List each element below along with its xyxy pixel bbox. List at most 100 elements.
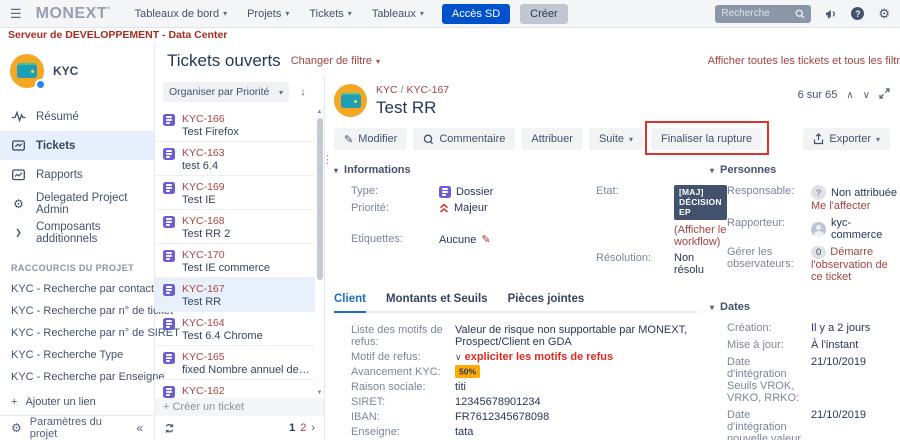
tab-pieces-jointes[interactable]: Pièces jointes xyxy=(508,293,585,311)
next-page-icon[interactable]: › xyxy=(311,422,315,434)
scroll-up-icon[interactable]: ▲ xyxy=(315,108,324,117)
create-button[interactable]: Créer xyxy=(520,3,568,24)
next-ticket-icon[interactable]: ∨ xyxy=(863,90,870,101)
assign-to-me-link[interactable]: Me l'affecter xyxy=(811,200,870,212)
watchers-count-badge: 0 xyxy=(811,246,827,259)
search-box[interactable] xyxy=(715,4,812,23)
feedback-megaphone-icon[interactable] xyxy=(825,8,837,20)
previous-ticket-icon[interactable]: ∧ xyxy=(846,90,853,101)
shortcut-search-ticket-number[interactable]: KYC - Recherche par n° de ticket xyxy=(0,300,173,322)
chevron-down-icon: ▾ xyxy=(875,134,880,144)
list-scrollbar[interactable]: ▲ ▼ xyxy=(315,108,324,398)
settings-gear-icon[interactable]: ⚙ xyxy=(11,421,22,435)
ticket-list-panel: Organiser par Priorité ▾ ↓ KYC-166 Test Fi… xyxy=(155,76,325,440)
list-item-selected[interactable]: KYC-167 Test RR xyxy=(155,278,315,312)
ticket-pager: 6 sur 65 ∧ ∨ xyxy=(798,84,900,102)
dossier-type-icon xyxy=(439,186,451,198)
search-input[interactable] xyxy=(721,8,792,19)
chevron-right-icon: ❯ xyxy=(15,228,22,237)
tab-client[interactable]: Client xyxy=(334,293,366,311)
document-icon xyxy=(163,318,175,330)
scrollbar-thumb[interactable] xyxy=(316,118,323,281)
chevron-down-icon: ▾ xyxy=(629,134,634,144)
list-item[interactable]: KYC-170 Test IE commerce xyxy=(155,244,315,278)
add-link-label: Ajouter un lien xyxy=(25,396,96,408)
acces-sd-button[interactable]: Accès SD xyxy=(441,3,511,24)
dates-section-header[interactable]: ▾ Dates xyxy=(710,301,900,313)
export-icon xyxy=(814,133,824,145)
change-filter-link[interactable]: Changer de filtre ▾ xyxy=(291,55,380,67)
issue-type-avatar xyxy=(334,84,367,117)
comment-icon xyxy=(424,134,434,144)
finalize-rupture-button[interactable]: Finaliser la rupture xyxy=(651,128,763,150)
create-ticket-link[interactable]: + Créer un ticket xyxy=(155,398,324,416)
people-section-header[interactable]: ▾ Personnes xyxy=(710,164,900,176)
list-item[interactable]: KYC-164 Test 6.4 Chrome xyxy=(155,312,315,346)
nav-issues[interactable]: Tickets ▾ xyxy=(309,8,351,20)
chevron-down-icon: ▾ xyxy=(376,56,381,66)
priority-major-icon xyxy=(439,203,449,214)
annotation-highlight-box: Finaliser la rupture xyxy=(645,121,770,155)
informations-section-header[interactable]: ▾ Informations xyxy=(334,164,698,176)
list-item[interactable]: KYC-166 Test Firefox xyxy=(155,108,315,142)
list-item[interactable]: KYC-168 Test RR 2 xyxy=(155,210,315,244)
shortcut-search-contact[interactable]: KYC - Recherche par contact xyxy=(0,278,154,300)
nav-boards[interactable]: Tableaux ▾ xyxy=(372,8,424,20)
show-all-tickets-link[interactable]: Afficher toutes les tickets et tous les … xyxy=(708,55,900,67)
gear-icon[interactable]: ⚙ xyxy=(878,6,890,22)
refresh-icon[interactable] xyxy=(164,423,175,434)
search-icon xyxy=(795,8,805,18)
edit-button[interactable]: ✎ Modifier xyxy=(334,128,408,150)
list-toolbar: Organiser par Priorité ▾ ↓ xyxy=(155,76,324,108)
chevron-down-icon: ▾ xyxy=(285,9,290,18)
page-1[interactable]: 1 xyxy=(289,422,295,434)
list-item[interactable]: KYC-169 Test IE xyxy=(155,176,315,210)
explain-refusal-link[interactable]: expliciter les motifs de refus xyxy=(465,351,614,363)
shortcut-search-enseigne[interactable]: KYC - Recherche par Enseigne xyxy=(0,366,164,388)
list-item[interactable]: KYC-163 test 6.4 xyxy=(155,142,315,176)
ticket-list: KYC-166 Test Firefox KYC-163 test 6.4 KYC-… xyxy=(155,108,315,398)
panel-resize-handle[interactable]: ⋮ xyxy=(325,155,333,166)
shortcut-search-siret[interactable]: KYC - Recherche par n° de SIRET xyxy=(0,322,180,344)
breadcrumb-project-link[interactable]: KYC xyxy=(376,84,398,96)
sidebar-item-issues[interactable]: Tickets xyxy=(0,131,154,160)
assign-button[interactable]: Attribuer xyxy=(521,128,583,150)
export-button[interactable]: Exporter ▾ xyxy=(803,128,890,150)
sidebar-item-label: Composants additionnels xyxy=(36,220,101,245)
sidebar-item-reports[interactable]: Rapports xyxy=(0,160,154,189)
sort-direction-button[interactable]: ↓ xyxy=(294,82,312,102)
project-header[interactable]: KYC xyxy=(0,42,154,102)
project-sidebar: KYC Résumé Tickets Rapports ⚙ Delegated … xyxy=(0,42,180,440)
page-2[interactable]: 2 xyxy=(300,422,306,434)
add-link-button[interactable]: + Ajouter un lien xyxy=(0,388,154,416)
nav-projects[interactable]: Projets ▾ xyxy=(247,8,289,20)
reports-icon xyxy=(11,168,26,181)
sidebar-item-addons[interactable]: ❯ Composants additionnels xyxy=(0,218,154,247)
collapse-sidebar-icon[interactable]: « xyxy=(136,421,143,435)
tab-montants-et-seuils[interactable]: Montants et Seuils xyxy=(386,293,488,311)
chevron-down-icon: ∨ xyxy=(455,351,462,362)
order-by-select[interactable]: Organiser par Priorité ▾ xyxy=(163,82,289,102)
edit-labels-pencil-icon[interactable]: ✎ xyxy=(481,233,490,246)
ticket-detail-panel: ⋮ KYC / KYC-167 Test RR 6 sur 65 ∧ ∨ ✎ Mod xyxy=(325,76,900,440)
ticket-header: KYC / KYC-167 Test RR 6 sur 65 ∧ ∨ xyxy=(334,84,900,118)
help-icon[interactable]: ? xyxy=(851,7,865,20)
monext-logo[interactable]: MONEXT’ xyxy=(36,5,111,23)
expand-icon[interactable] xyxy=(879,88,890,102)
reporter-avatar xyxy=(811,221,826,237)
chevron-down-icon: ▾ xyxy=(278,87,283,97)
more-actions-button[interactable]: Suite ▾ xyxy=(588,128,644,150)
shortcut-search-type[interactable]: KYC - Recherche Type xyxy=(0,344,154,366)
scroll-down-icon[interactable]: ▼ xyxy=(315,389,324,398)
shortcuts-section-title: RACCOURCIS DU PROJET xyxy=(11,263,135,273)
list-item[interactable]: KYC-165fixed Nombre annuel de transa... xyxy=(155,346,315,380)
menu-icon[interactable]: ☰ xyxy=(10,6,22,22)
project-settings-label[interactable]: Paramètres du projet xyxy=(30,416,129,440)
nav-dashboards[interactable]: Tableaux de bord ▾ xyxy=(135,8,227,20)
comment-button[interactable]: Commentaire xyxy=(413,128,516,150)
sidebar-item-delegated-admin[interactable]: ⚙ Delegated Project Admin xyxy=(0,189,154,218)
sidebar-item-summary[interactable]: Résumé xyxy=(0,102,154,131)
list-footer: 1 2 › xyxy=(155,416,324,440)
list-item[interactable]: KYC-162test commerce 2 xyxy=(155,380,315,398)
breadcrumb-ticket-link[interactable]: KYC-167 xyxy=(407,84,450,96)
